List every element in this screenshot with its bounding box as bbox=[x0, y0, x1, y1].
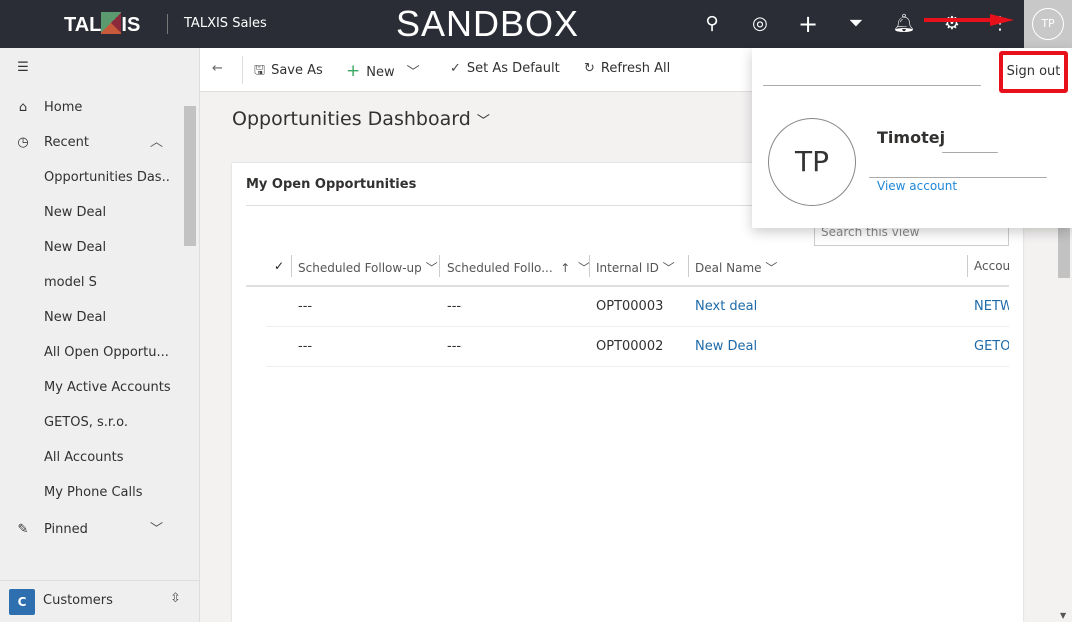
environment-label: SANDBOX bbox=[396, 3, 580, 44]
cell-link[interactable]: GETO bbox=[974, 339, 1009, 354]
column-header[interactable]: Accou bbox=[974, 259, 1010, 273]
chevron-down-icon: ﹀ bbox=[476, 114, 490, 129]
back-button[interactable]: ← bbox=[212, 61, 223, 76]
column-header[interactable]: Internal ID ﹀ bbox=[596, 259, 675, 276]
sidebar-item-home[interactable]: ⌂ Home bbox=[0, 92, 184, 124]
sidebar-recent-item[interactable]: All Accounts bbox=[0, 442, 184, 474]
chevron-up-icon: ︿ bbox=[150, 135, 164, 150]
card-title: My Open Opportunities bbox=[246, 177, 417, 192]
profile-button[interactable]: TP bbox=[1024, 0, 1072, 48]
table-cell: OPT00002 bbox=[596, 339, 664, 354]
sidebar-recent-item[interactable]: model S bbox=[0, 267, 184, 299]
sidebar-item-recent[interactable]: ◷ Recent ︿ bbox=[0, 127, 184, 159]
table-row[interactable]: --- --- OPT00003 Next deal NETW bbox=[266, 287, 1009, 327]
area-switcher[interactable]: C Customers ⇳ bbox=[0, 580, 199, 622]
my-open-opportunities-card: My Open Opportunities Search this view ✓… bbox=[232, 163, 1023, 622]
home-icon: ⌂ bbox=[18, 100, 28, 115]
table-row[interactable]: --- --- OPT00002 New Deal GETO bbox=[266, 327, 1009, 367]
table-cell: --- bbox=[447, 339, 462, 354]
new-button[interactable]: + New ﹀ bbox=[346, 61, 420, 81]
sidebar-recent-item[interactable]: Opportunities Das... bbox=[0, 162, 184, 194]
table-cell: --- bbox=[298, 299, 313, 314]
sidebar-recent-item[interactable]: GETOS, s.r.o. bbox=[0, 407, 184, 439]
profile-popup: Sign out TP Timotej View account bbox=[752, 48, 1072, 228]
bell-icon[interactable]: 🔔︎ bbox=[892, 12, 916, 36]
main-scrollbar[interactable]: ▼ bbox=[1056, 228, 1072, 622]
talxis-logo[interactable]: TAL IS bbox=[64, 12, 140, 37]
save-as-button[interactable]: 🖫 Save As bbox=[254, 61, 323, 83]
sidebar-item-pinned[interactable]: ✎ Pinned ﹀ bbox=[0, 514, 184, 546]
select-all-checkbox[interactable]: ✓ bbox=[274, 259, 284, 273]
clock-icon: ◷ bbox=[17, 135, 29, 150]
filter-icon[interactable]: ⏷ bbox=[844, 12, 868, 36]
table-cell: OPT00003 bbox=[596, 299, 664, 314]
table-cell: --- bbox=[298, 339, 313, 354]
save-icon: 🖫 bbox=[254, 63, 266, 78]
pin-icon: ✎ bbox=[17, 522, 29, 537]
red-arrow-annotation bbox=[924, 14, 1014, 26]
chevron-down-icon: ﹀ bbox=[406, 65, 420, 80]
column-header[interactable]: Scheduled Follo... ↑ ﹀ bbox=[447, 259, 590, 276]
cell-link[interactable]: NETW bbox=[974, 299, 1009, 314]
sidebar-recent-item[interactable]: My Active Accounts bbox=[0, 372, 184, 404]
area-badge: C bbox=[9, 589, 35, 615]
divider bbox=[167, 14, 168, 34]
sidebar-recent-item[interactable]: New Deal bbox=[0, 197, 184, 229]
user-name: Timotej bbox=[877, 128, 946, 147]
plus-icon: + bbox=[346, 61, 361, 81]
cell-link[interactable]: New Deal bbox=[695, 339, 757, 354]
profile-avatar: TP bbox=[768, 118, 856, 206]
set-as-default-button[interactable]: ✓ Set As Default bbox=[450, 61, 560, 76]
column-header[interactable]: Deal Name ﹀ bbox=[695, 259, 777, 276]
sidebar-scrollbar[interactable] bbox=[184, 104, 198, 574]
sidebar-recent-item[interactable]: New Deal bbox=[0, 232, 184, 264]
sidebar-recent-item[interactable]: My Phone Calls bbox=[0, 477, 184, 509]
column-header[interactable]: Scheduled Follow-up ﹀ bbox=[298, 259, 438, 276]
top-header: TAL IS TALXIS Sales SANDBOX ⚲ ◎ + ⏷ 🔔︎ ⚙ … bbox=[0, 0, 1072, 48]
check-icon: ✓ bbox=[450, 61, 461, 76]
refresh-all-button[interactable]: ↻ Refresh All bbox=[584, 61, 670, 76]
plus-icon[interactable]: + bbox=[796, 12, 820, 36]
avatar: TP bbox=[1032, 8, 1064, 40]
page-title[interactable]: Opportunities Dashboard ﹀ bbox=[232, 108, 490, 130]
chevron-updown-icon: ⇳ bbox=[170, 591, 181, 606]
chevron-down-icon: ﹀ bbox=[150, 522, 164, 537]
view-account-link[interactable]: View account bbox=[877, 179, 957, 193]
table-cell: --- bbox=[447, 299, 462, 314]
refresh-icon: ↻ bbox=[584, 61, 595, 76]
sidebar-recent-item[interactable]: New Deal bbox=[0, 302, 184, 334]
sidebar: ☰ ⌂ Home ◷ Recent ︿ Opportunities Das... New… bbox=[0, 48, 200, 622]
menu-toggle[interactable]: ☰ bbox=[0, 52, 184, 84]
search-icon[interactable]: ⚲ bbox=[700, 12, 724, 36]
target-icon[interactable]: ◎ bbox=[748, 12, 772, 36]
hamburger-icon: ☰ bbox=[17, 60, 29, 75]
sign-out-button[interactable]: Sign out bbox=[999, 51, 1068, 93]
cell-link[interactable]: Next deal bbox=[695, 299, 757, 314]
app-name[interactable]: TALXIS Sales bbox=[184, 16, 267, 31]
sidebar-recent-item[interactable]: All Open Opportu... bbox=[0, 337, 184, 369]
area-label: Customers bbox=[43, 593, 113, 608]
